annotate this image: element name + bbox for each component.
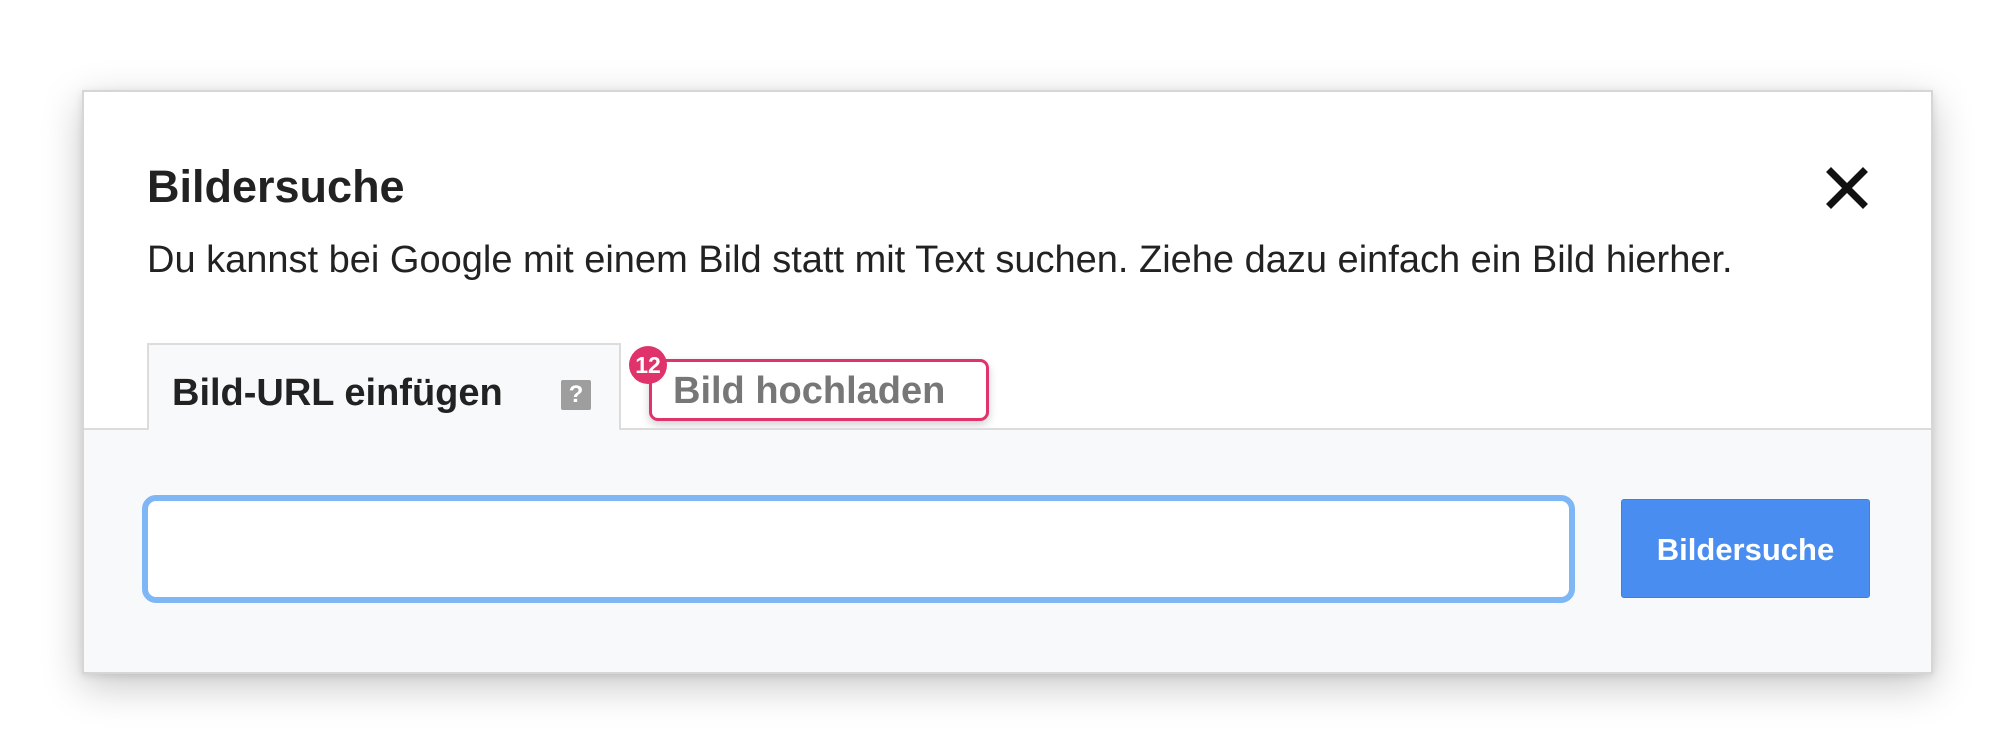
image-search-dialog: Bildersuche Du kannst bei Google mit ein… (82, 90, 1933, 674)
page: Bildersuche Du kannst bei Google mit ein… (0, 0, 2000, 749)
image-url-input[interactable] (142, 495, 1575, 603)
tab-paste-url[interactable]: Bild-URL einfügen ? (147, 343, 621, 430)
help-icon[interactable]: ? (561, 380, 591, 410)
dialog-title: Bildersuche (147, 161, 405, 212)
tab-paste-url-label: Bild-URL einfügen (172, 372, 503, 414)
step-marker-badge: 12 (629, 346, 667, 384)
image-search-button[interactable]: Bildersuche (1621, 499, 1870, 598)
search-panel: Bildersuche (84, 428, 1931, 672)
close-button[interactable] (1823, 164, 1871, 212)
close-icon[interactable] (1823, 164, 1871, 212)
tab-upload-image[interactable]: Bild hochladen (649, 359, 989, 421)
dialog-description: Du kannst bei Google mit einem Bild stat… (147, 239, 1733, 281)
tab-bar: Bild-URL einfügen ? 12 Bild hochladen (84, 343, 1931, 430)
tab-upload-image-label: Bild hochladen (673, 370, 946, 412)
